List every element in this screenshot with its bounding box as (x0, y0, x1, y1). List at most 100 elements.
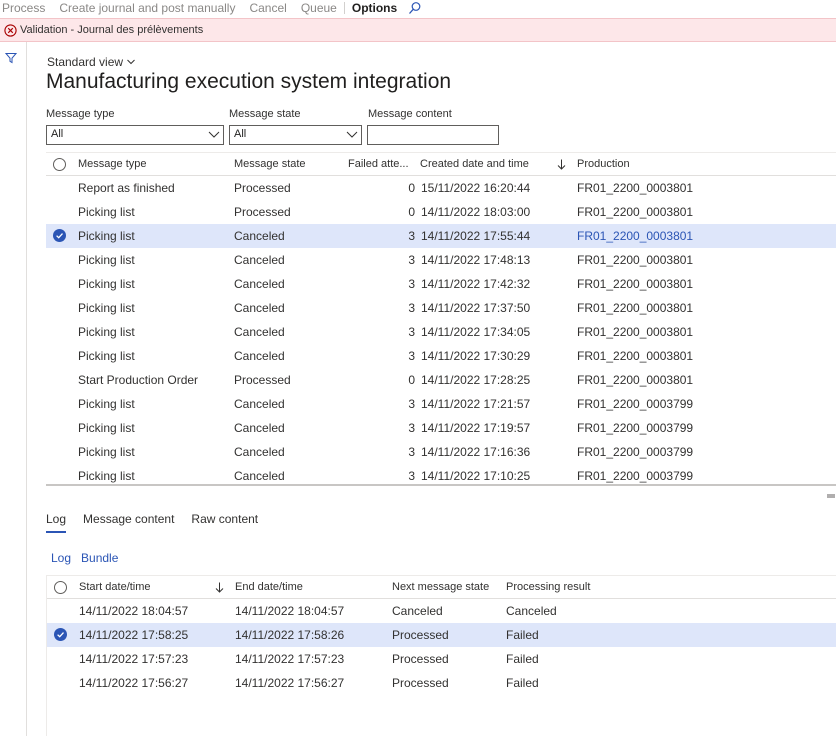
end-datetime-cell: 14/11/2022 18:04:57 (235, 604, 345, 618)
cancel-button[interactable]: Cancel (242, 1, 293, 15)
options-tab[interactable]: Options (345, 1, 404, 15)
production-link[interactable]: FR01_2200_0003799 (577, 464, 693, 486)
table-row[interactable]: Picking list Canceled 3 14/11/2022 17:10:25… (46, 464, 836, 486)
next-message-state-cell: Processed (392, 676, 449, 690)
table-row[interactable]: 14/11/2022 18:04:57 14/11/2022 18:04:57 Ca… (47, 599, 836, 623)
col-next-message-state[interactable]: Next message state (392, 576, 489, 598)
filter-icon[interactable] (5, 52, 17, 64)
message-type-filter[interactable]: All (46, 125, 224, 145)
failed-attempts-cell: 3 (408, 349, 415, 363)
message-content-filter[interactable] (367, 125, 499, 145)
splitter-handle[interactable] (827, 494, 835, 498)
sort-down-icon (215, 582, 224, 593)
message-state-cell: Canceled (234, 277, 285, 291)
queue-button[interactable]: Queue (294, 1, 344, 15)
created-date-cell: 14/11/2022 17:28:25 (421, 373, 531, 387)
tab-message-content[interactable]: Message content (83, 512, 174, 530)
production-link[interactable]: FR01_2200_0003799 (577, 440, 693, 464)
col-message-state[interactable]: Message state (234, 153, 306, 175)
message-state-filter[interactable]: All (229, 125, 362, 145)
production-link[interactable]: FR01_2200_0003801 (577, 176, 693, 200)
log-actions: Log Bundle (51, 551, 128, 565)
table-row[interactable]: 14/11/2022 17:57:23 14/11/2022 17:57:23 Pr… (47, 647, 836, 671)
chevron-down-icon (127, 59, 135, 65)
col-message-type[interactable]: Message type (78, 153, 146, 175)
selected-check-icon[interactable] (54, 628, 67, 641)
table-row[interactable]: Picking list Canceled 3 14/11/2022 17:37:50… (46, 296, 836, 320)
next-message-state-cell: Canceled (392, 604, 443, 618)
table-row[interactable]: Picking list Canceled 3 14/11/2022 17:34:05… (46, 320, 836, 344)
select-all-radio[interactable] (54, 581, 67, 594)
created-date-cell: 14/11/2022 17:55:44 (421, 229, 531, 243)
view-selector[interactable]: Standard view (47, 55, 136, 69)
col-sort-indicator (557, 153, 566, 175)
message-type-cell: Picking list (78, 421, 135, 435)
search-icon[interactable] (408, 1, 422, 15)
failed-attempts-cell: 3 (408, 469, 415, 483)
failed-attempts-cell: 3 (408, 253, 415, 267)
table-row[interactable]: Picking list Canceled 3 14/11/2022 17:48:13… (46, 248, 836, 272)
message-state-cell: Canceled (234, 229, 285, 243)
tab-log[interactable]: Log (46, 512, 67, 533)
table-row[interactable]: 14/11/2022 17:58:25 14/11/2022 17:58:26 Pr… (47, 623, 836, 647)
table-row[interactable]: Picking list Canceled 3 14/11/2022 17:42:32… (46, 272, 836, 296)
col-processing-result[interactable]: Processing result (506, 576, 590, 598)
table-row[interactable]: Picking list Canceled 3 14/11/2022 17:19:57… (46, 416, 836, 440)
message-type-cell: Start Production Order (78, 373, 199, 387)
production-link[interactable]: FR01_2200_0003801 (577, 320, 693, 344)
col-failed-attempts[interactable]: Failed atte... (348, 153, 409, 175)
table-row[interactable]: Picking list Canceled 3 14/11/2022 17:55:44… (46, 224, 836, 248)
message-type-cell: Picking list (78, 229, 135, 243)
message-state-cell: Canceled (234, 349, 285, 363)
table-row[interactable]: 14/11/2022 17:56:27 14/11/2022 17:56:27 Pr… (47, 671, 836, 695)
production-link[interactable]: FR01_2200_0003801 (577, 368, 693, 392)
col-start-datetime[interactable]: Start date/time (79, 576, 151, 598)
message-type-cell: Picking list (78, 301, 135, 315)
action-pane: Process Create journal and post manually… (0, 0, 836, 16)
horizontal-scrollbar[interactable] (46, 484, 836, 486)
failed-attempts-cell: 3 (408, 421, 415, 435)
process-button[interactable]: Process (0, 1, 52, 15)
processing-result-cell: Canceled (506, 604, 557, 618)
table-row[interactable]: Report as finished Processed 0 15/11/2022 1… (46, 176, 836, 200)
col-created-date[interactable]: Created date and time (420, 153, 529, 175)
table-row[interactable]: Picking list Processed 0 14/11/2022 18:03:0… (46, 200, 836, 224)
failed-attempts-cell: 3 (408, 325, 415, 339)
create-journal-button[interactable]: Create journal and post manually (52, 1, 242, 15)
col-production[interactable]: Production (577, 153, 630, 175)
message-type-cell: Picking list (78, 397, 135, 411)
bundle-button[interactable]: Bundle (81, 551, 118, 565)
table-row[interactable]: Picking list Canceled 3 14/11/2022 17:21:57… (46, 392, 836, 416)
production-link[interactable]: FR01_2200_0003801 (577, 200, 693, 224)
message-state-filter-value: All (234, 128, 247, 140)
production-link[interactable]: FR01_2200_0003801 (577, 344, 693, 368)
message-type-cell: Report as finished (78, 181, 175, 195)
production-link[interactable]: FR01_2200_0003801 (577, 272, 693, 296)
failed-attempts-cell: 3 (408, 277, 415, 291)
table-row[interactable]: Picking list Canceled 3 14/11/2022 17:30:29… (46, 344, 836, 368)
page-title: Manufacturing execution system integrati… (46, 70, 452, 93)
processing-result-cell: Failed (506, 628, 539, 642)
production-link[interactable]: FR01_2200_0003801 (577, 296, 693, 320)
col-end-datetime[interactable]: End date/time (235, 576, 303, 598)
processing-result-cell: Failed (506, 676, 539, 690)
production-link[interactable]: FR01_2200_0003801 (577, 248, 693, 272)
created-date-cell: 14/11/2022 17:37:50 (421, 301, 531, 315)
production-link[interactable]: FR01_2200_0003799 (577, 416, 693, 440)
log-button[interactable]: Log (51, 551, 71, 565)
end-datetime-cell: 14/11/2022 17:58:26 (235, 628, 345, 642)
production-link[interactable]: FR01_2200_0003799 (577, 392, 693, 416)
message-type-cell: Picking list (78, 205, 135, 219)
selected-check-icon[interactable] (53, 229, 66, 242)
messages-grid-header: Message type Message state Failed atte..… (46, 153, 836, 176)
table-row[interactable]: Picking list Canceled 3 14/11/2022 17:16:36… (46, 440, 836, 464)
message-state-cell: Canceled (234, 469, 285, 483)
tab-raw-content[interactable]: Raw content (191, 512, 258, 530)
log-rows: 14/11/2022 18:04:57 14/11/2022 18:04:57 Ca… (47, 599, 836, 695)
select-all-radio[interactable] (53, 158, 66, 171)
failed-attempts-cell: 3 (408, 397, 415, 411)
created-date-cell: 14/11/2022 17:16:36 (421, 445, 531, 459)
message-type-cell: Picking list (78, 277, 135, 291)
production-link[interactable]: FR01_2200_0003801 (577, 224, 693, 248)
table-row[interactable]: Start Production Order Processed 0 14/11/20… (46, 368, 836, 392)
